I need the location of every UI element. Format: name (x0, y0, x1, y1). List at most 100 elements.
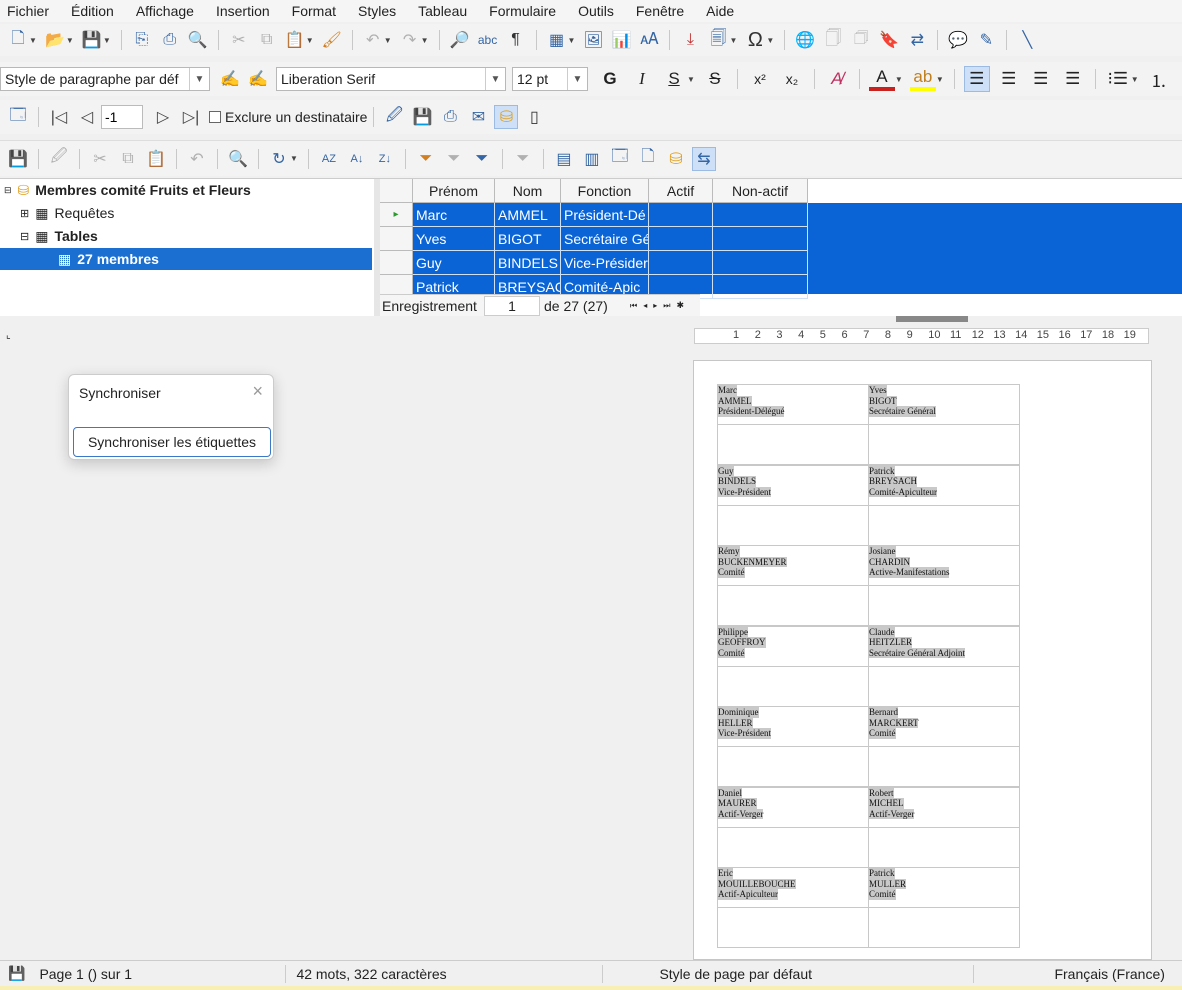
explorer-toggle-icon[interactable]: ⇆ (691, 146, 716, 171)
font-color-button[interactable]: A (868, 67, 895, 91)
endnote-icon[interactable]: 🗇 (849, 28, 873, 52)
document-modified-icon[interactable]: 💾 (8, 965, 25, 982)
undo-dropdown-icon[interactable]: ▼ (384, 36, 392, 45)
insert-image-icon[interactable]: 🖼 (581, 28, 605, 52)
table-cell[interactable] (713, 251, 808, 275)
superscript-button[interactable]: x² (747, 66, 773, 92)
bullet-list-icon[interactable]: ⁝☰ (1105, 66, 1131, 92)
row-header[interactable]: ▸ (380, 203, 413, 227)
first-record-icon[interactable]: ⏮ (630, 301, 637, 311)
spelling-icon[interactable]: abc (476, 28, 500, 52)
open-dropdown-icon[interactable]: ▼ (66, 36, 74, 45)
find-record-icon[interactable]: 🔍 (226, 147, 250, 171)
font-color-dropdown-icon[interactable]: ▼ (895, 75, 903, 84)
align-left-icon[interactable]: ☰ (963, 66, 990, 92)
insert-line-icon[interactable]: ╲ (1015, 28, 1039, 52)
page-count[interactable]: Page 1 () sur 1 (39, 966, 285, 982)
cut-icon[interactable]: ✂ (227, 28, 251, 52)
row-header[interactable] (380, 227, 413, 251)
justify-icon[interactable]: ☰ (1060, 66, 1086, 92)
column-header[interactable]: Nom (495, 179, 561, 203)
strikethrough-button[interactable]: S (702, 66, 728, 92)
refresh-icon[interactable]: ↻ (267, 147, 291, 171)
highlight-dropdown-icon[interactable]: ▼ (936, 75, 944, 84)
new-dropdown-icon[interactable]: ▼ (29, 36, 37, 45)
export-pdf-icon[interactable]: ⎘ (130, 28, 154, 52)
chevron-down-icon[interactable]: ▼ (567, 68, 587, 90)
save-dropdown-icon[interactable]: ▼ (103, 36, 111, 45)
print-preview-icon[interactable]: 🔍 (186, 28, 210, 52)
reset-filter-icon[interactable]: ⏷ (511, 147, 535, 171)
expand-icon[interactable]: ⊞ (20, 207, 29, 220)
data-to-text-icon[interactable]: ▤ (552, 147, 576, 171)
tree-item-queries[interactable]: ⊞ ▦ Requêtes (20, 202, 114, 224)
table-cell[interactable]: Guy (413, 251, 495, 275)
mail-merge-wizard-icon[interactable]: 🗔 (6, 105, 30, 129)
tree-root[interactable]: ⊟ ⛁ Membres comité Fruits et Fleurs (4, 179, 251, 201)
refresh-dropdown-icon[interactable]: ▼ (290, 154, 298, 163)
special-char-dropdown-icon[interactable]: ▼ (766, 36, 774, 45)
table-cell[interactable] (649, 227, 713, 251)
save-merged-icon[interactable]: 💾 (410, 105, 434, 129)
formatting-marks-icon[interactable]: ¶ (504, 28, 528, 52)
last-record-icon[interactable]: ⏭ (663, 301, 670, 311)
clone-formatting-icon[interactable]: 🖌 (320, 28, 344, 52)
mail-merge-icon[interactable]: 🗔 (608, 147, 632, 171)
bullet-dropdown-icon[interactable]: ▼ (1131, 75, 1139, 84)
paste-dropdown-icon[interactable]: ▼ (306, 36, 314, 45)
redo-dropdown-icon[interactable]: ▼ (421, 36, 429, 45)
table-cell[interactable]: Secrétaire Gé (561, 227, 649, 251)
edit-documents-icon[interactable]: 🖉 (382, 105, 406, 129)
apply-filter-icon[interactable]: ⏷ (442, 147, 466, 171)
chevron-down-icon[interactable]: ▼ (485, 68, 505, 90)
row-header[interactable] (380, 251, 413, 275)
standard-filter-icon[interactable]: ⏷ (470, 147, 494, 171)
align-right-icon[interactable]: ☰ (1028, 66, 1054, 92)
undo-icon[interactable]: ↶ (361, 28, 385, 52)
menu-item[interactable]: Fenêtre (636, 3, 684, 19)
exclude-recipient-checkbox[interactable]: Exclure un destinataire (209, 109, 367, 125)
redo-icon[interactable]: ↷ (398, 28, 422, 52)
menu-item[interactable]: Outils (578, 3, 614, 19)
highlight-color-icon[interactable]: ab (909, 67, 936, 91)
find-replace-icon[interactable]: 🔎 (448, 28, 472, 52)
menu-item[interactable]: Édition (71, 3, 114, 19)
menu-item[interactable]: Tableau (418, 3, 467, 19)
print-merged-icon[interactable]: ⎙ (438, 105, 462, 129)
synchronize-labels-button[interactable]: Synchroniser les étiquettes (73, 427, 271, 457)
column-header[interactable]: Actif (649, 179, 713, 203)
font-name-combo[interactable]: Liberation Serif ▼ (276, 67, 506, 91)
paste-icon[interactable]: 📋 (144, 147, 168, 171)
numbered-list-icon[interactable]: ⒈ (1146, 66, 1172, 92)
page-break-icon[interactable]: ⤓ (678, 28, 702, 52)
insert-table-icon[interactable]: ▦ (545, 28, 569, 52)
data-to-fields-icon[interactable]: ▥ (580, 147, 604, 171)
record-current-input[interactable]: 1 (484, 295, 540, 316)
data-source-icon[interactable]: ⛁ (664, 147, 688, 171)
autofilter-icon[interactable]: ⏷ (414, 147, 438, 171)
bookmark-icon[interactable]: 🔖 (877, 28, 901, 52)
word-count[interactable]: 42 mots, 322 caractères (296, 966, 602, 982)
checkbox-box[interactable] (209, 111, 221, 123)
data-sources-icon[interactable]: ⛁ (494, 105, 519, 129)
insert-chart-icon[interactable]: 📊 (609, 28, 633, 52)
italic-button[interactable]: I (629, 66, 655, 92)
table-cell[interactable]: Vice-Présider (561, 251, 649, 275)
underline-dropdown-icon[interactable]: ▼ (687, 75, 695, 84)
previous-record-icon[interactable]: ◁ (75, 105, 99, 129)
update-style-icon[interactable]: ✍ (218, 67, 242, 91)
table-cell[interactable] (713, 203, 808, 227)
first-record-icon[interactable]: |◁ (47, 105, 71, 129)
table-cell[interactable]: Président-Dé (561, 203, 649, 227)
collapse-icon[interactable]: ⊟ (20, 230, 29, 243)
bold-button[interactable]: G (597, 66, 623, 92)
menu-item[interactable]: Affichage (136, 3, 194, 19)
table-cell[interactable]: AMMEL (495, 203, 561, 227)
track-changes-icon[interactable]: ✎ (974, 28, 998, 52)
menu-item[interactable]: Insertion (216, 3, 270, 19)
subscript-button[interactable]: x₂ (779, 66, 805, 92)
sort-icon[interactable]: AZ (317, 147, 341, 171)
print-icon[interactable]: ⎙ (158, 28, 182, 52)
paragraph-style-combo[interactable]: Style de paragraphe par déf ▼ (0, 67, 210, 91)
insert-field-icon[interactable]: 🗐 (706, 28, 730, 52)
